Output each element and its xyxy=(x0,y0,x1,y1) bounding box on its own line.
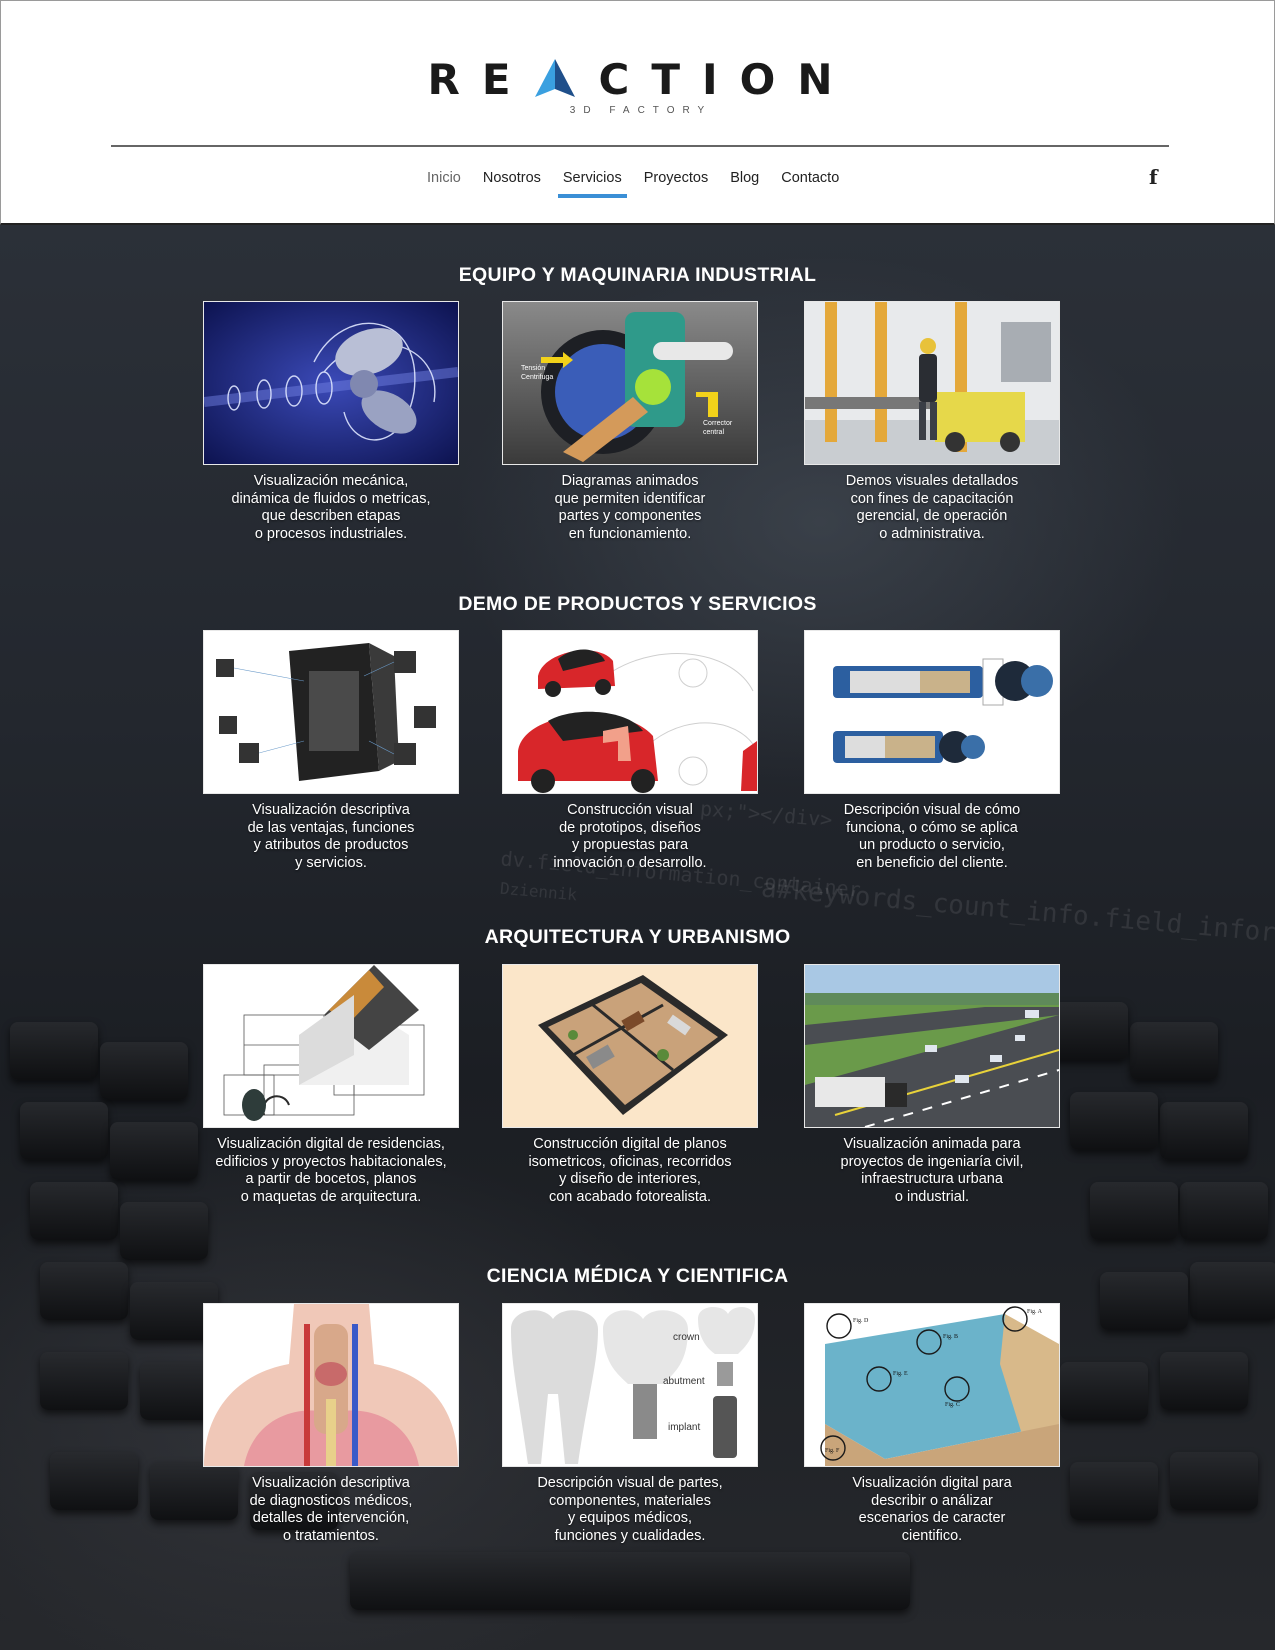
service-caption: Construcción visual de prototipos, diseñ… xyxy=(553,802,707,871)
service-card[interactable]: Fig. D Fig. A Fig. B Fig. E Fig. C Fig. … xyxy=(804,1303,1060,1545)
service-caption: Visualización digital de residencias, ed… xyxy=(215,1136,447,1205)
diagram-label: Centrifuga xyxy=(521,374,553,381)
figure-label: Fig. E xyxy=(893,1371,908,1377)
service-caption: Demos visuales detallados con fines de c… xyxy=(845,473,1019,542)
service-card[interactable]: crown abutment implant Descripción visua… xyxy=(502,1303,758,1545)
service-card[interactable]: Visualización digital de residencias, ed… xyxy=(203,964,459,1206)
nav-item-nosotros[interactable]: Nosotros xyxy=(472,165,552,198)
header-divider xyxy=(111,145,1169,147)
section-title-architecture: ARQUITECTURA Y URBANISMO xyxy=(484,926,791,948)
facebook-icon[interactable]: f xyxy=(1149,165,1158,189)
anatomy-image xyxy=(203,1303,459,1467)
nav-item-servicios[interactable]: Servicios xyxy=(552,165,633,198)
service-caption: Visualización animada para proyectos de … xyxy=(840,1136,1024,1205)
figure-label: Fig. B xyxy=(943,1334,958,1340)
logo-wordmark: RE CTION xyxy=(426,51,856,107)
figure-label: Fig. A xyxy=(1027,1309,1043,1315)
service-card[interactable]: Construcción visual de prototipos, diseñ… xyxy=(502,630,758,872)
service-caption: Diagramas animados que permiten identifi… xyxy=(554,473,706,542)
service-caption: Visualización descriptiva de diagnostico… xyxy=(249,1475,413,1544)
logo-a-arrow-icon xyxy=(534,59,575,97)
diagram-label: Corrector xyxy=(703,420,733,427)
service-caption: Visualización mecánica, dinámica de flui… xyxy=(231,473,431,542)
service-caption: Descripción visual de partes, componente… xyxy=(537,1475,723,1544)
main-nav: Inicio Nosotros Servicios Proyectos Blog… xyxy=(416,165,850,198)
computer-case-image xyxy=(203,630,459,794)
nav-item-inicio[interactable]: Inicio xyxy=(416,165,472,198)
logo-text-right: CTION xyxy=(598,54,855,104)
nav-item-contacto[interactable]: Contacto xyxy=(770,165,850,198)
service-card[interactable]: Construcción digital de planos isometric… xyxy=(502,964,758,1206)
nav-item-proyectos[interactable]: Proyectos xyxy=(633,165,719,198)
service-caption: Visualización digital para describir o a… xyxy=(852,1475,1012,1544)
dental-implant-image: crown abutment implant xyxy=(502,1303,758,1467)
section-title-medical: CIENCIA MÉDICA Y CIENTIFICA xyxy=(486,1265,789,1287)
service-card[interactable]: Demos visuales detallados con fines de c… xyxy=(804,301,1060,543)
logo-tagline: 3D FACTORY xyxy=(569,105,713,116)
section-title-products: DEMO DE PRODUCTOS Y SERVICIOS xyxy=(458,593,817,615)
service-caption: Descripción visual de cómo funciona, o c… xyxy=(843,802,1021,871)
logo-text-left: RE xyxy=(427,54,533,104)
ocean-cross-section-image: Fig. D Fig. A Fig. B Fig. E Fig. C Fig. … xyxy=(804,1303,1060,1467)
diagram-label: Tensión xyxy=(521,365,545,372)
mechanism-diagram-image: Tensión Centrifuga Corrector central xyxy=(502,301,758,465)
cylinder-cutaway-image xyxy=(804,630,1060,794)
industrial-worker-image xyxy=(804,301,1060,465)
house-blueprint-image xyxy=(203,964,459,1128)
service-card[interactable]: Visualización descriptiva de diagnostico… xyxy=(203,1303,459,1545)
concept-car-image xyxy=(502,630,758,794)
service-card[interactable]: Visualización descriptiva de las ventaja… xyxy=(203,630,459,872)
service-card[interactable]: Descripción visual de cómo funciona, o c… xyxy=(804,630,1060,872)
service-card[interactable]: Visualización animada para proyectos de … xyxy=(804,964,1060,1206)
figure-label: Fig. F xyxy=(825,1448,840,1454)
service-card[interactable]: Visualización mecánica, dinámica de flui… xyxy=(203,301,459,543)
bg-code-line: Dziennik xyxy=(499,878,578,905)
highway-render-image xyxy=(804,964,1060,1128)
diagram-label: central xyxy=(703,429,724,436)
implant-label: implant xyxy=(668,1422,700,1433)
nav-item-blog[interactable]: Blog xyxy=(719,165,770,198)
service-caption: Construcción digital de planos isometric… xyxy=(528,1136,732,1205)
site-header: RE CTION 3D FACTORY Inicio Nosotros Serv… xyxy=(0,0,1275,225)
implant-label: abutment xyxy=(663,1376,705,1387)
brand-logo[interactable]: RE CTION 3D FACTORY xyxy=(426,51,856,131)
floor-plan-image xyxy=(502,964,758,1128)
propeller-image xyxy=(203,301,459,465)
service-card[interactable]: Tensión Centrifuga Corrector central Dia… xyxy=(502,301,758,543)
service-caption: Visualización descriptiva de las ventaja… xyxy=(247,802,415,871)
figure-label: Fig. C xyxy=(945,1402,960,1408)
implant-label: crown xyxy=(673,1332,700,1343)
section-title-industrial: EQUIPO Y MAQUINARIA INDUSTRIAL xyxy=(458,264,817,286)
figure-label: Fig. D xyxy=(853,1318,869,1324)
